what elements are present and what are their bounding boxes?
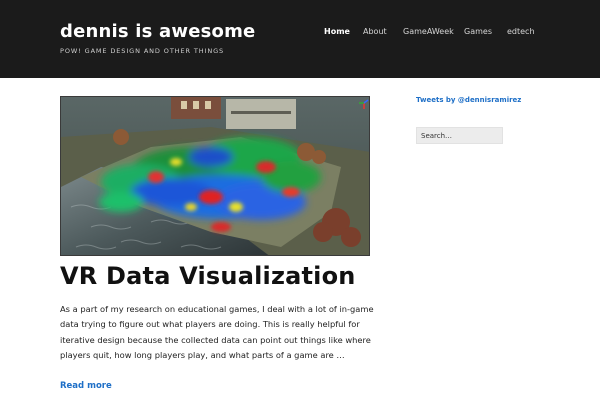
nav-item-games[interactable]: Games — [464, 27, 492, 36]
post-featured-image[interactable] — [60, 96, 370, 256]
read-more-link[interactable]: Read more — [60, 381, 112, 391]
post-title[interactable]: VR Data Visualization — [60, 262, 356, 290]
search-input[interactable] — [416, 127, 503, 144]
site-header: dennis is awesome POW! GAME DESIGN AND O… — [0, 0, 600, 78]
main-nav: Home About GameAWeek Games edtech — [0, 27, 600, 39]
nav-item-edtech[interactable]: edtech — [507, 27, 535, 36]
nav-item-about[interactable]: About — [363, 27, 387, 36]
twitter-timeline-link[interactable]: Tweets by @dennisramirez — [416, 96, 521, 104]
site-tagline: POW! GAME DESIGN AND OTHER THINGS — [60, 47, 225, 55]
nav-item-home[interactable]: Home — [324, 27, 350, 36]
heatmap-level-image — [61, 97, 369, 255]
nav-item-gameaweek[interactable]: GameAWeek — [403, 27, 454, 36]
post-excerpt: As a part of my research on educational … — [60, 304, 374, 360]
